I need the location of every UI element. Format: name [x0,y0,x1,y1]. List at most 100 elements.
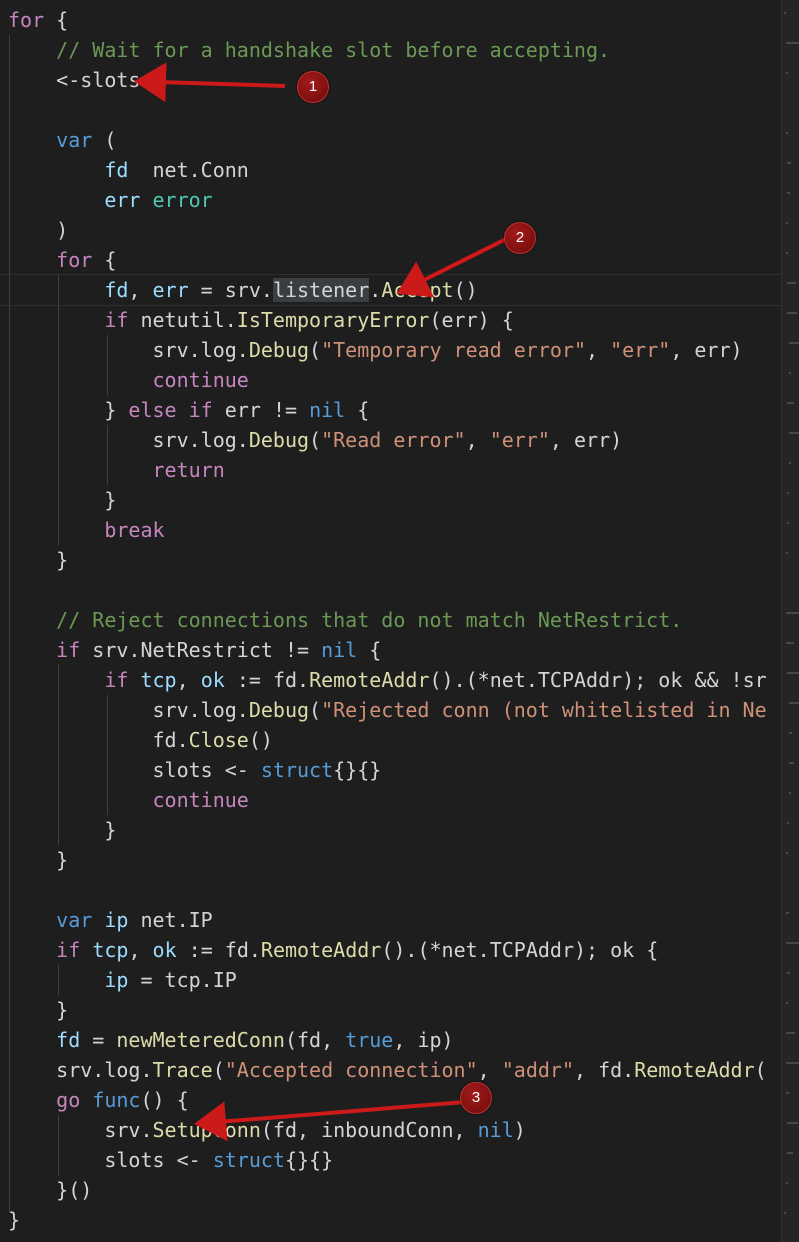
code-line[interactable]: fd net.Conn [8,155,767,185]
code-line[interactable]: return [8,455,767,485]
code-line[interactable]: // Wait for a handshake slot before acce… [8,35,767,65]
code-line[interactable]: srv.log.Debug("Read error", "err", err) [8,425,767,455]
code-token: continue [152,368,249,392]
minimap[interactable] [781,0,799,1242]
code-line[interactable]: } [8,845,767,875]
minimap-line [785,942,799,944]
minimap-line [788,762,795,764]
code-line[interactable]: // Reject connections that do not match … [8,605,767,635]
minimap-line [787,312,798,314]
code-token: ( [309,698,322,722]
code-line[interactable]: go func() { [8,1085,767,1115]
minimap-line [788,462,791,464]
code-line[interactable]: err error [8,185,767,215]
code-line[interactable]: }() [8,1175,767,1205]
code-token: , [477,1058,502,1082]
code-token: if [56,938,81,962]
minimap-line [785,1092,789,1094]
code-line[interactable]: if tcp, ok := fd.RemoteAddr().(*net.TCPA… [8,665,767,695]
code-line[interactable]: slots <- struct{}{} [8,1145,767,1175]
code-token: net.Conn [128,158,249,182]
code-line[interactable]: fd.Close() [8,725,767,755]
minimap-line [785,42,799,44]
code-line[interactable]: break [8,515,767,545]
minimap-line [785,72,788,74]
code-token: return [152,458,225,482]
annotation-badge-3: 3 [460,1082,492,1114]
code-line[interactable]: for { [8,245,767,275]
code-line[interactable]: if netutil.IsTemporaryError(err) { [8,305,767,335]
code-token: . [369,278,382,302]
code-line[interactable]: fd, err = srv.listener.Accept() [0,274,781,306]
code-line[interactable] [8,875,767,905]
code-line[interactable]: srv.log.Debug("Temporary read error", "e… [8,335,767,365]
code-token: tcp [92,938,129,962]
code-line[interactable]: if tcp, ok := fd.RemoteAddr().(*net.TCPA… [8,935,767,965]
code-editor[interactable]: for { // Wait for a handshake slot befor… [0,0,781,1242]
minimap-line [788,432,799,434]
code-token: (fd, inboundConn, [260,1118,478,1142]
code-token: } [8,398,129,422]
code-token: () [248,728,273,752]
code-line[interactable]: } else if err != nil { [8,395,767,425]
code-line[interactable]: if srv.NetRestrict != nil { [8,635,767,665]
code-token: } [8,818,117,842]
code-token: ( [309,338,322,362]
code-line[interactable]: srv.log.Trace("Accepted connection", "ad… [8,1055,767,1085]
code-token: { [357,638,382,662]
code-token: ) [8,218,69,242]
minimap-line [787,522,790,524]
code-token: , fd. [573,1058,635,1082]
code-line[interactable] [8,95,767,125]
code-line[interactable]: slots <- struct{}{} [8,755,767,785]
minimap-line [787,972,791,974]
code-token: "Accepted connection" [224,1058,478,1082]
code-token: Debug [248,338,310,362]
code-token: true [345,1028,394,1052]
code-token: func [92,1088,141,1112]
code-line[interactable]: <-slots [8,65,767,95]
code-line[interactable]: srv.log.Debug("Rejected conn (not whitel… [8,695,767,725]
minimap-line [784,1212,786,1214]
code-line[interactable]: var ip net.IP [8,905,767,935]
code-line[interactable]: fd = newMeteredConn(fd, true, ip) [8,1025,767,1055]
code-line[interactable] [8,575,767,605]
code-line[interactable]: } [8,995,767,1025]
code-content[interactable]: for { // Wait for a handshake slot befor… [0,5,781,1235]
code-line[interactable]: } [8,1205,767,1235]
code-line[interactable]: srv.SetupConn(fd, inboundConn, nil) [8,1115,767,1145]
code-line[interactable]: continue [8,785,767,815]
code-line[interactable]: continue [8,365,767,395]
minimap-line [787,1152,793,1154]
code-token: , [128,278,153,302]
code-line[interactable]: for { [8,5,767,35]
code-line[interactable]: } [8,485,767,515]
code-token: { [44,8,69,32]
minimap-line [787,162,791,164]
code-token: "err" [489,428,550,452]
code-line[interactable]: } [8,545,767,575]
code-token: srv.log. [8,698,249,722]
code-token: slots <- [8,1148,213,1172]
minimap-line [788,792,792,794]
code-token: netutil. [128,308,237,332]
annotation-badge-2: 2 [504,222,536,254]
code-line[interactable]: ip = tcp.IP [8,965,767,995]
code-token: := fd. [224,668,310,692]
code-line[interactable]: ) [8,215,767,245]
code-line[interactable]: } [8,815,767,845]
minimap-line [785,552,788,554]
code-line[interactable]: var ( [8,125,767,155]
code-token: () [453,278,478,302]
code-token: } [8,548,69,572]
code-token: , err) [670,338,743,362]
minimap-line [785,252,788,254]
